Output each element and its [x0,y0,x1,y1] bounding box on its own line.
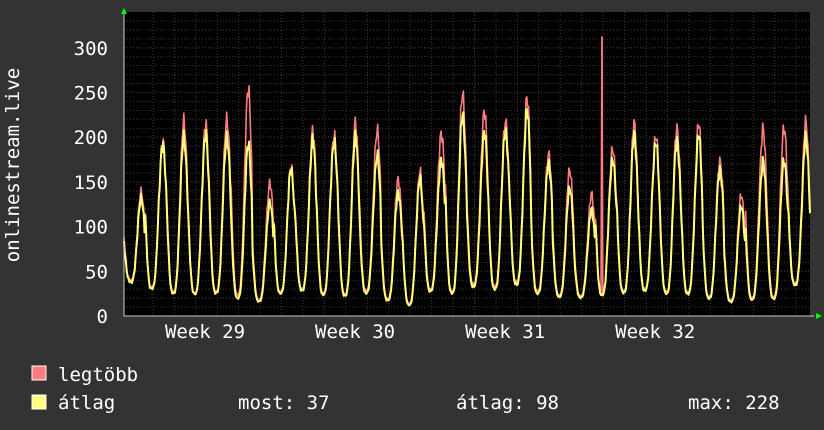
legend-swatch-max [31,365,47,381]
y-tick-label: 100 [74,217,108,239]
y-axis-arrow [121,8,127,14]
stat-average: átlag: 98 [456,392,559,414]
x-tick-label: Week 31 [465,321,545,343]
y-tick-label: 200 [74,127,108,149]
legend-label-avg: átlag [58,392,115,414]
y-tick-labels: 0 50 100 150 200 250 300 [74,38,108,328]
rrd-chart: 0 50 100 150 200 250 300 Week 29 Week 30 Week 31… [2,8,822,414]
x-tick-label: Week 32 [615,321,695,343]
x-tick-labels: Week 29 Week 30 Week 31 Week 32 [165,321,695,343]
y-tick-label: 150 [74,172,108,194]
legend-label-max: legtöbb [58,364,138,386]
y-tick-label: 300 [74,38,108,60]
y-tick-label: 0 [97,306,108,328]
stat-current: most: 37 [238,392,330,414]
stat-max: max: 228 [688,392,780,414]
y-tick-label: 50 [85,261,108,283]
legend-swatch-avg [31,394,47,410]
x-tick-label: Week 30 [315,321,395,343]
y-axis-label: onlinestream.live [2,68,24,262]
x-tick-label: Week 29 [165,321,245,343]
y-tick-label: 250 [74,82,108,104]
x-axis-arrow [816,313,822,319]
